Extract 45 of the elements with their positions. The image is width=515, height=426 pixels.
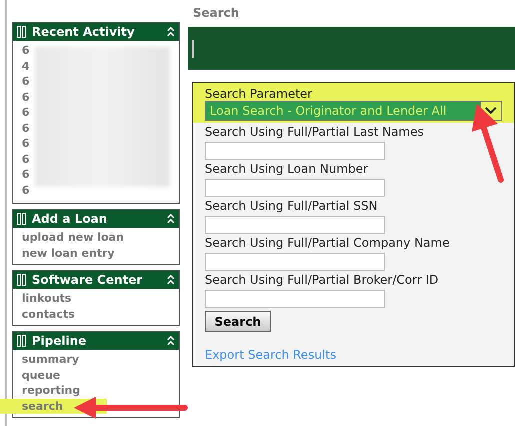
panel-title: Software Center [32, 273, 144, 287]
page-title: Search [193, 6, 240, 22]
sidebar-link[interactable]: upload new loan [13, 230, 128, 246]
field-label: Search Using Full/Partial Company Name [205, 235, 451, 252]
recent-item[interactable]: 6 [13, 43, 34, 58]
collapse-icon[interactable] [167, 336, 175, 346]
sidebar-link[interactable]: queue [13, 368, 64, 383]
grip-icon [17, 26, 26, 38]
recent-item[interactable]: 6 [13, 120, 34, 136]
sidebar-link[interactable]: new loan entry [13, 246, 119, 261]
export-link[interactable]: Export Search Results [205, 348, 336, 362]
recent-item[interactable]: 6 [13, 90, 34, 105]
panel-title: Add a Loan [32, 212, 108, 226]
field-label: Search Using Full/Partial Last Names [205, 124, 425, 141]
grip-icon [17, 213, 26, 225]
recent-item[interactable]: 6 [13, 167, 34, 182]
search-input[interactable] [205, 142, 385, 160]
chevron-down-icon [485, 107, 497, 115]
collapse-icon[interactable] [167, 27, 175, 37]
collapse-icon[interactable] [167, 214, 175, 224]
search-input[interactable] [205, 290, 385, 308]
recent-item[interactable]: 6 [13, 105, 34, 120]
grip-icon [17, 274, 26, 286]
search-input[interactable] [205, 253, 385, 271]
field-label: Search Using Full/Partial SSN [205, 198, 379, 215]
field-label: Search Parameter [205, 87, 314, 101]
recent-item[interactable]: 6 [13, 152, 34, 167]
panel-title: Pipeline [32, 334, 88, 348]
field-label: Search Using Full/Partial Broker/Corr ID [205, 272, 440, 289]
sidebar-link[interactable]: contacts [13, 306, 79, 322]
sidebar-link[interactable]: reporting [13, 383, 84, 398]
field-label: Search Using Loan Number [205, 161, 370, 178]
search-parameter-dropdown[interactable]: Loan Search - Originator and Lender All [205, 101, 502, 121]
recent-item[interactable]: 6 [13, 136, 34, 152]
sidebar-link[interactable]: linkouts [13, 291, 76, 306]
search-input[interactable] [205, 216, 385, 234]
collapse-icon[interactable] [167, 275, 175, 285]
recent-item[interactable]: 6 [13, 182, 34, 198]
search-button[interactable]: Search [205, 311, 271, 332]
grip-icon [17, 335, 26, 347]
sidebar-link[interactable]: summary [13, 352, 84, 368]
search-input[interactable] [205, 179, 385, 197]
panel-title: Recent Activity [32, 25, 136, 39]
recent-item[interactable]: 6 [13, 74, 34, 90]
recent-item[interactable]: 4 [13, 58, 34, 74]
